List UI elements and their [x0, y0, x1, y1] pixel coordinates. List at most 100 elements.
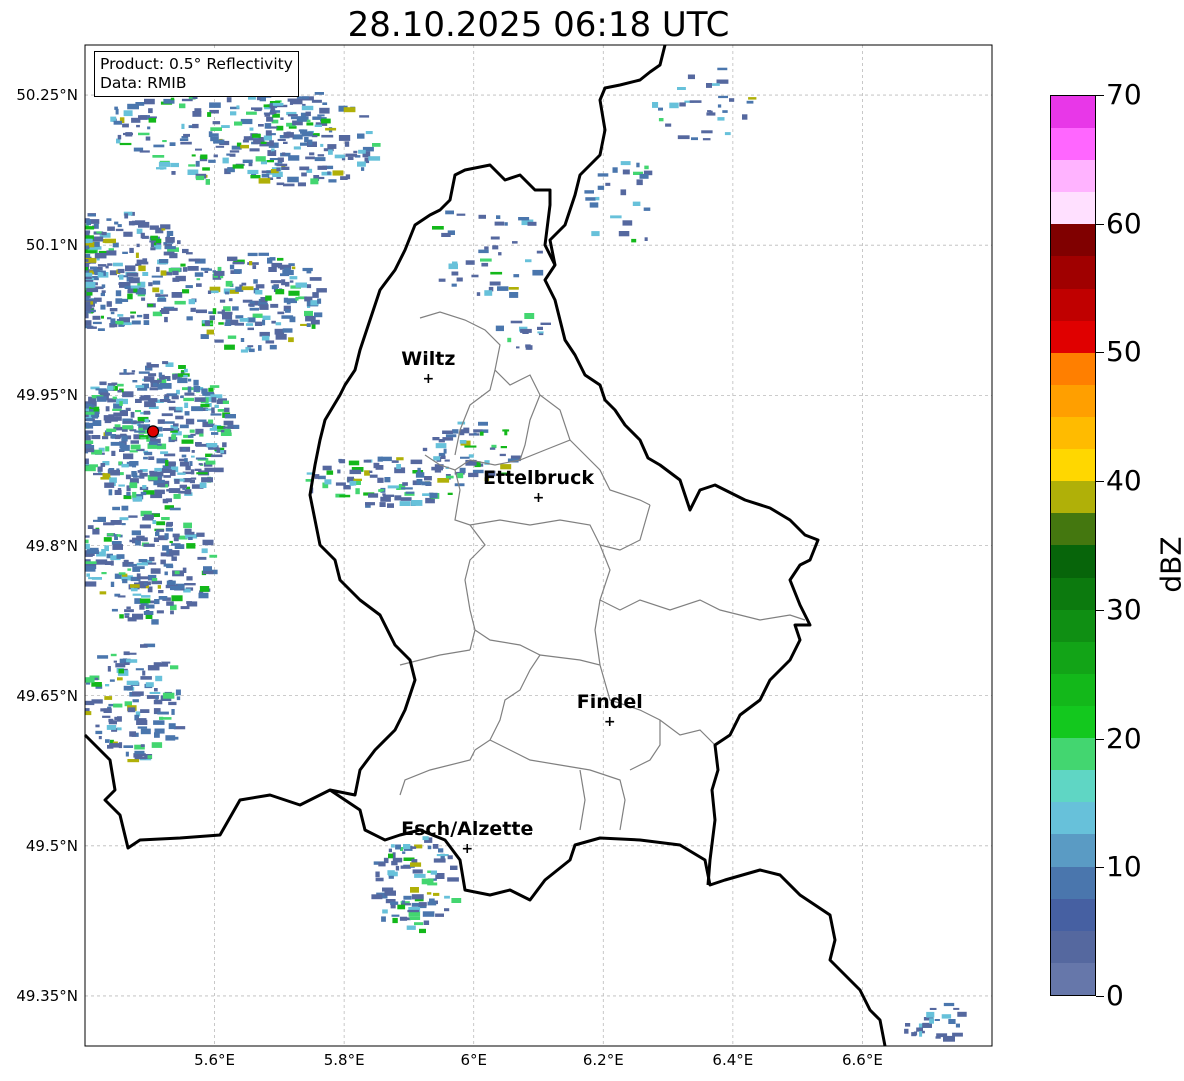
echo-cell: [448, 263, 458, 270]
echo-cell: [113, 262, 123, 267]
echo-cell: [280, 117, 284, 120]
echo-cell: [109, 308, 118, 312]
echo-cell: [152, 287, 160, 293]
echo-cell: [179, 424, 189, 429]
echo-cell: [451, 283, 457, 287]
echo-cell: [140, 437, 147, 440]
echo-cell: [249, 148, 260, 152]
echo-cell: [306, 323, 311, 327]
echo-cell: [153, 144, 165, 148]
echo-cell: [716, 79, 729, 84]
echo-cell: [138, 371, 150, 374]
echo-cell: [99, 381, 107, 386]
echo-cell: [114, 106, 118, 110]
echo-cell: [130, 315, 135, 319]
echo-cell: [107, 226, 115, 231]
echo-cell: [369, 470, 373, 473]
echo-cell: [193, 386, 201, 392]
echo-cell: [85, 440, 94, 444]
echo-cell: [157, 483, 166, 488]
echo-cell: [85, 411, 95, 415]
echo-cell: [406, 925, 416, 930]
echo-cell: [464, 445, 477, 448]
colorbar-segment: [1051, 609, 1095, 642]
echo-cell: [507, 337, 512, 343]
echo-cell: [272, 102, 284, 106]
echo-cell: [89, 219, 100, 224]
echo-cell: [85, 305, 89, 310]
echo-cell: [206, 329, 214, 335]
echo-cell: [171, 171, 176, 175]
echo-cell: [322, 102, 328, 105]
echo-cell: [87, 525, 94, 529]
echo-cell: [454, 483, 465, 487]
echo-cell: [132, 491, 137, 498]
echo-cell: [209, 385, 220, 388]
echo-cell: [312, 292, 319, 298]
echo-cell: [185, 465, 191, 471]
echo-cell: [252, 313, 263, 318]
echo-cell: [382, 909, 388, 914]
echo-cell: [287, 114, 298, 117]
echo-cell: [140, 676, 152, 680]
echo-cell: [131, 320, 141, 325]
echo-cell: [391, 914, 400, 917]
echo-cell: [612, 167, 618, 173]
echo-cell: [230, 111, 237, 116]
echo-cell: [104, 561, 112, 565]
echo-cell: [100, 292, 105, 297]
echo-cell: [305, 111, 311, 117]
echo-cell: [140, 232, 145, 239]
echo-cell: [123, 745, 134, 748]
echo-cell: [179, 103, 186, 109]
echo-cell: [186, 316, 193, 321]
lat-tick-label: 49.65°N: [16, 686, 78, 705]
echo-cell: [489, 447, 496, 450]
echo-cell: [134, 566, 145, 569]
echo-cell: [405, 491, 415, 494]
echo-cell: [149, 225, 159, 230]
echo-cell: [911, 1032, 917, 1037]
echo-cell: [317, 298, 322, 304]
echo-cell: [127, 707, 136, 713]
echo-cell: [450, 877, 454, 881]
echo-cell: [345, 153, 358, 157]
echo-cell: [126, 272, 139, 277]
echo-cell: [255, 290, 263, 295]
echo-cell: [224, 407, 230, 413]
echo-cell: [358, 149, 366, 154]
echo-cell: [101, 290, 106, 293]
echo-cell: [306, 122, 314, 126]
echo-cell: [194, 272, 204, 277]
echo-cell: [126, 680, 139, 685]
echo-cell: [158, 294, 169, 297]
echo-cell: [948, 1019, 956, 1024]
echo-cell: [669, 102, 679, 109]
echo-cell: [105, 406, 110, 412]
echo-cell: [584, 190, 594, 194]
echo-cell: [516, 346, 520, 349]
echo-cell: [176, 696, 181, 701]
echo-cell: [308, 139, 313, 146]
colorbar-segment: [1051, 738, 1095, 771]
echo-cell: [217, 398, 227, 401]
echo-cell: [184, 458, 188, 462]
echo-cell: [158, 596, 168, 600]
echo-cell: [189, 429, 195, 433]
colorbar: [1050, 95, 1096, 996]
echo-cell: [349, 469, 362, 475]
colorbar-segment: [1051, 962, 1095, 995]
echo-cell: [87, 326, 97, 329]
echo-cell: [222, 157, 229, 164]
echo-cell: [113, 323, 118, 328]
colorbar-tick: [1096, 95, 1104, 96]
echo-cell: [119, 472, 124, 476]
echo-cell: [175, 689, 181, 696]
echo-cell: [395, 865, 400, 871]
echo-cell: [419, 928, 426, 934]
echo-cell: [177, 240, 181, 245]
echo-cell: [198, 592, 209, 599]
echo-cell: [286, 131, 291, 137]
echo-cell: [271, 320, 276, 324]
echo-cell: [249, 127, 254, 131]
